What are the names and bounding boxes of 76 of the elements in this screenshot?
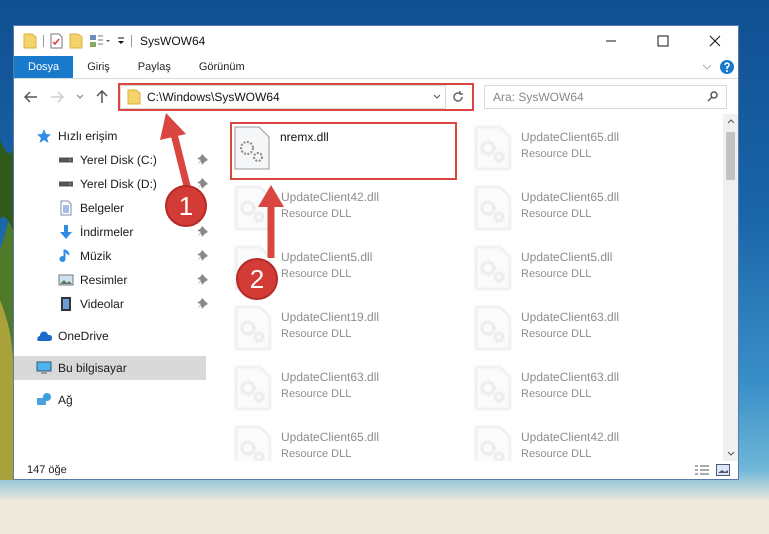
down-arrow-icon (58, 224, 74, 240)
dropdown-icon[interactable] (117, 36, 125, 46)
file-icon (475, 126, 511, 170)
help-icon[interactable] (720, 60, 734, 74)
properties-icon[interactable] (50, 33, 63, 49)
file-icon (235, 426, 271, 461)
folder-icon (127, 88, 141, 104)
sidebar-item[interactable]: Videolar (14, 292, 132, 316)
sidebar-item[interactable]: Yerel Disk (D:) (14, 172, 165, 196)
file-type: Resource DLL (521, 207, 592, 222)
pin-icon[interactable] (196, 250, 208, 262)
ribbon-tab[interactable]: Dosya (14, 56, 74, 78)
drive-icon (58, 157, 74, 163)
chevron-icon[interactable] (76, 94, 84, 100)
view-icon[interactable] (89, 34, 111, 48)
file-type: Resource DLL (281, 387, 352, 402)
file-icon (475, 186, 511, 230)
star-icon (36, 128, 52, 144)
sidebar-item[interactable]: Belgeler (14, 196, 132, 220)
refresh-icon[interactable] (452, 90, 464, 102)
file-type: Resource DLL (521, 327, 592, 342)
chevron-icon[interactable] (433, 94, 441, 100)
pin-icon[interactable] (196, 298, 208, 310)
address-field[interactable]: C:\Windows\SysWOW64 (120, 84, 446, 108)
file-type: Resource DLL (521, 387, 592, 402)
scroll-thumb[interactable] (726, 132, 735, 180)
file-type: Resource DLL (521, 447, 592, 461)
pin-icon[interactable] (196, 154, 208, 166)
pin-icon[interactable] (196, 178, 208, 190)
folder-icon (23, 33, 37, 49)
sidebar-item[interactable]: İndirmeler (14, 220, 142, 244)
details-view-icon[interactable] (694, 464, 710, 476)
file-icon (475, 306, 511, 350)
file-icon (475, 366, 511, 410)
scroll-down-icon[interactable] (726, 451, 734, 457)
sidebar-item[interactable]: Bu bilgisayar (14, 356, 206, 380)
file-type: Resource DLL (281, 447, 352, 461)
sidebar-item[interactable]: Müzik (14, 244, 120, 268)
search-icon (707, 91, 718, 102)
sidebar-item[interactable]: Yerel Disk (C:) (14, 148, 165, 172)
pin-icon[interactable] (196, 274, 208, 286)
scroll-up-icon[interactable] (726, 118, 734, 124)
network-icon (36, 392, 52, 408)
sidebar-item[interactable]: OneDrive (14, 324, 117, 348)
pin-icon[interactable] (196, 226, 208, 238)
monitor-icon (36, 360, 52, 376)
file-type: Resource DLL (521, 267, 592, 282)
large-icons-view-icon[interactable] (716, 464, 730, 476)
item-count: 147 öğe (27, 462, 67, 478)
file-icon (234, 126, 270, 170)
file-type: Resource DLL (281, 267, 352, 282)
file-type: Resource DLL (281, 327, 352, 342)
ribbon-tab[interactable]: Görünüm (184, 56, 259, 78)
window-title: SysWOW64 (140, 33, 206, 50)
file-icon (475, 246, 511, 290)
up-icon[interactable] (96, 90, 108, 104)
sidebar-item[interactable]: Ağ (14, 388, 81, 412)
back-icon[interactable] (24, 90, 38, 102)
sidebar-item[interactable]: Hızlı erişim (14, 124, 126, 148)
search-field[interactable]: Ara: SysWOW64 (484, 84, 727, 108)
file-type: Resource DLL (521, 147, 592, 162)
ribbon-tab[interactable]: Paylaş (124, 56, 185, 78)
ribbon-tab[interactable]: Giriş (73, 56, 124, 78)
new-folder-icon (69, 33, 83, 49)
file-icon (235, 306, 271, 350)
file-tile[interactable]: nremx.dll (230, 122, 457, 180)
drive-icon (58, 181, 74, 187)
picture-icon (58, 272, 74, 288)
film-icon (58, 296, 74, 312)
file-type: Resource DLL (281, 207, 352, 222)
file-icon (235, 366, 271, 410)
scrollbar[interactable] (723, 114, 738, 461)
file-icon (475, 426, 511, 461)
sidebar-item[interactable]: Resimler (14, 268, 136, 292)
document-icon (58, 200, 74, 216)
file-name[interactable]: nremx.dll (280, 128, 329, 146)
